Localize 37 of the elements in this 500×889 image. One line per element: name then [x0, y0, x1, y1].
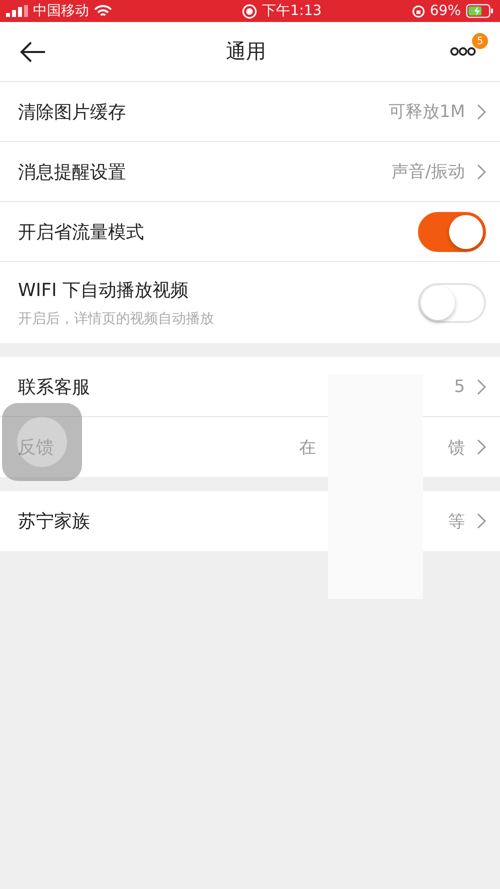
row-label: 联系客服: [18, 376, 91, 398]
clock-time: 下午1:13: [262, 2, 322, 20]
toggle-switch[interactable]: [418, 212, 486, 252]
settings-row[interactable]: 清除图片缓存 可释放1M: [0, 82, 500, 142]
rotation-lock-icon: [412, 4, 425, 18]
row-value: 等: [448, 510, 465, 532]
row-label: WIFI 下自动播放视频: [18, 278, 190, 302]
assistive-touch-button[interactable]: [2, 403, 82, 481]
chevron-right-icon: [477, 164, 486, 180]
notification-badge: 5: [472, 33, 488, 49]
row-value: 在: [299, 436, 316, 458]
chevron-right-icon: [477, 439, 486, 455]
record-icon: [242, 4, 258, 18]
page-title: 通用: [226, 38, 266, 65]
battery-icon: [466, 4, 494, 18]
chevron-right-icon: [477, 104, 486, 120]
back-arrow-icon[interactable]: [20, 40, 46, 62]
settings-row[interactable]: 消息提醒设置 声音/振动: [0, 142, 500, 202]
row-value: 可释放1M: [388, 101, 465, 123]
chevron-right-icon: [477, 513, 486, 529]
more-icon[interactable]: [450, 47, 476, 56]
row-label: 消息提醒设置: [18, 160, 127, 184]
battery-percent: 69%: [430, 3, 461, 19]
signal-icon: [6, 5, 28, 17]
carrier-name: 中国移动: [33, 2, 89, 20]
settings-row[interactable]: 开启省流量模式: [0, 202, 500, 262]
row-label: 清除图片缓存: [18, 100, 127, 124]
chevron-right-icon: [477, 378, 486, 394]
row-label: 开启省流量模式: [18, 220, 145, 244]
settings-row[interactable]: WIFI 下自动播放视频 开启后，详情页的视频自动播放: [0, 262, 500, 343]
row-label: 苏宁家族: [18, 510, 91, 533]
row-value: 5: [454, 376, 465, 396]
row-value: 声音/振动: [391, 161, 465, 183]
wifi-icon: [94, 4, 112, 18]
settings-row[interactable]: 苏宁家族 等: [0, 491, 500, 551]
row-value: 馈: [448, 436, 465, 458]
row-description: 开启后，详情页的视频自动播放: [18, 310, 215, 328]
